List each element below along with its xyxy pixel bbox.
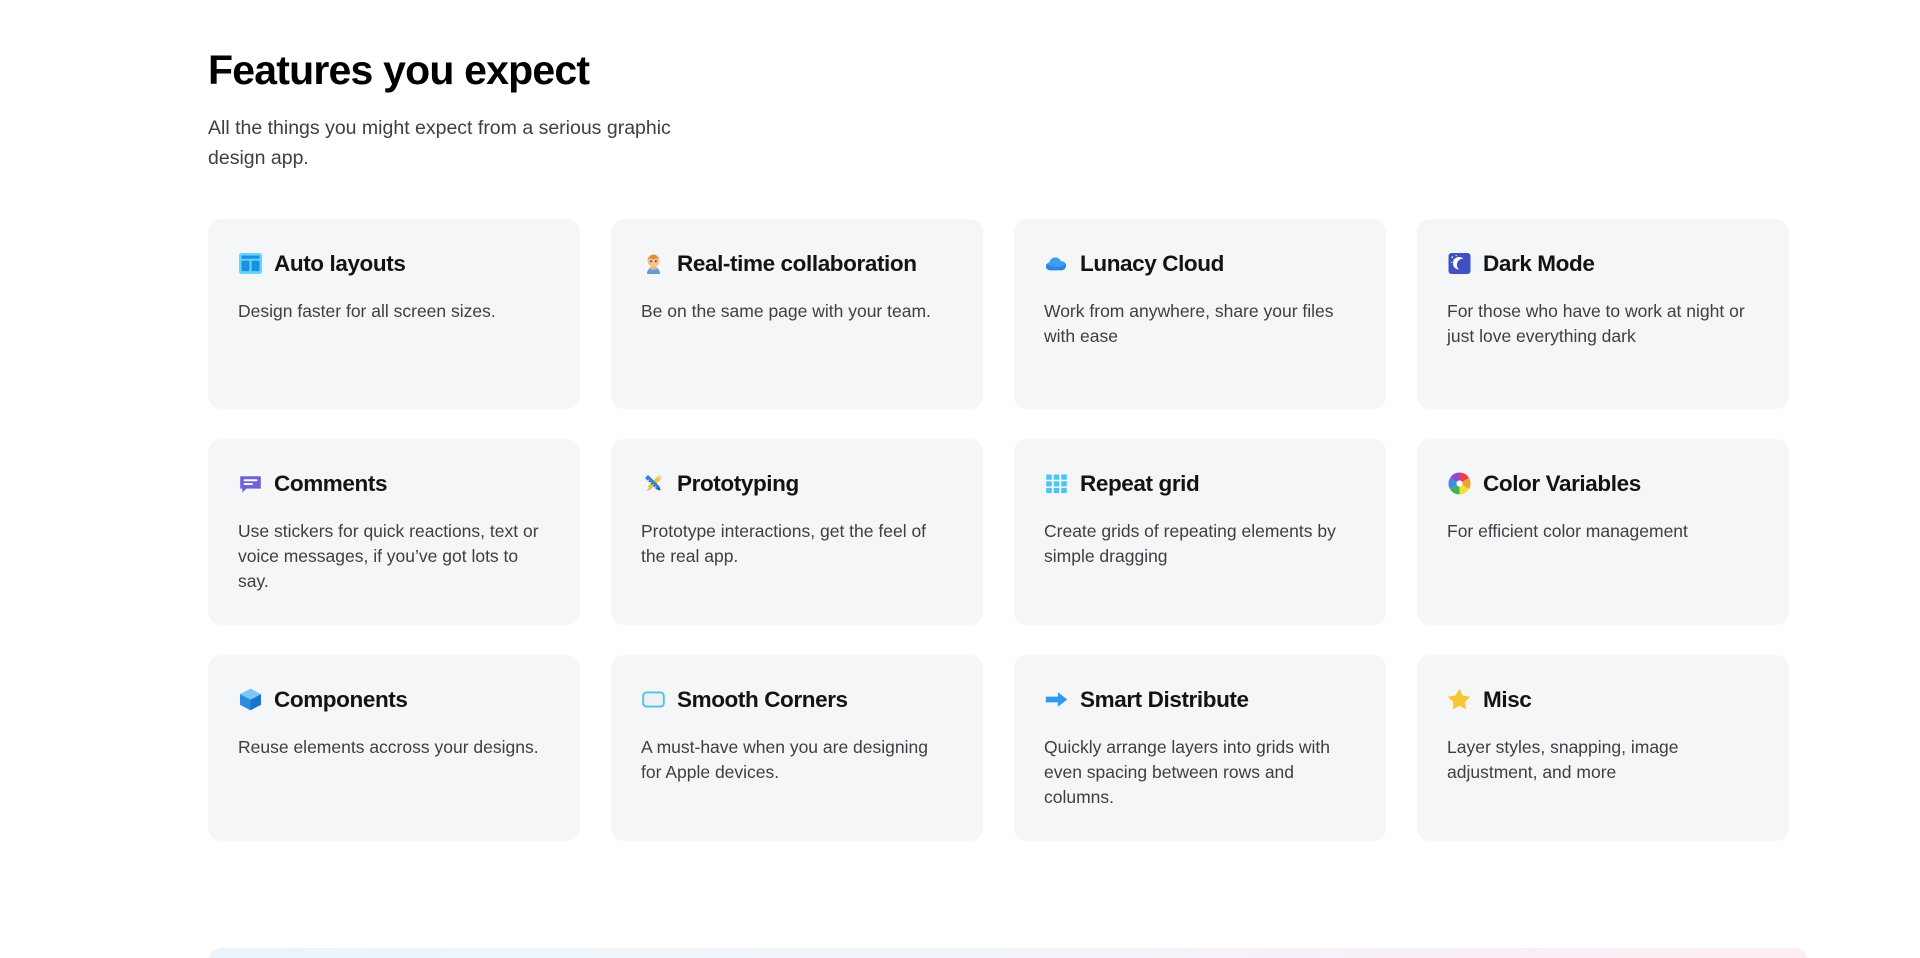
page-title: Features you expect	[208, 47, 590, 93]
feature-card-description: Create grids of repeating elements by si…	[1044, 520, 1336, 566]
cube-icon	[238, 687, 263, 712]
feature-card-title: Misc	[1483, 686, 1532, 712]
feature-card-header: Smooth Corners	[641, 685, 953, 715]
bottom-gradient-banner	[208, 948, 1808, 958]
feature-card-header: Dark Mode	[1447, 249, 1759, 279]
feature-card-title: Dark Mode	[1483, 250, 1595, 276]
feature-card-header: Auto layouts	[238, 249, 550, 279]
feature-card-title: Lunacy Cloud	[1080, 250, 1224, 276]
night-moon-icon	[1447, 251, 1472, 276]
feature-card[interactable]: Components Reuse elements accross your d…	[208, 654, 580, 841]
page-subtitle: All the things you might expect from a s…	[208, 116, 671, 169]
feature-card-title: Prototyping	[677, 470, 799, 496]
feature-card[interactable]: Lunacy Cloud Work from anywhere, share y…	[1014, 218, 1386, 409]
feature-card[interactable]: Dark Mode For those who have to work at …	[1417, 218, 1789, 409]
feature-card-header: Repeat grid	[1044, 469, 1356, 499]
section-header: Features you expect All the things you m…	[208, 0, 1808, 173]
feature-card-description: Be on the same page with your team.	[641, 300, 931, 321]
feature-card-header: Misc	[1447, 685, 1759, 715]
feature-card-header: Prototyping	[641, 469, 953, 499]
feature-card-header: Color Variables	[1447, 469, 1759, 499]
feature-card-description: Work from anywhere, share your files wit…	[1044, 300, 1334, 346]
feature-card-description: Quickly arrange layers into grids with e…	[1044, 736, 1330, 807]
feature-card-title: Color Variables	[1483, 470, 1641, 496]
grid-icon	[1044, 471, 1069, 496]
feature-card[interactable]: Repeat grid Create grids of repeating el…	[1014, 438, 1386, 625]
feature-card-grid: Auto layouts Design faster for all scree…	[208, 218, 1808, 841]
feature-card[interactable]: Real-time collaboration Be on the same p…	[611, 218, 983, 409]
feature-card-description: For those who have to work at night or j…	[1447, 300, 1745, 346]
feature-card-header: Real-time collaboration	[641, 249, 953, 279]
feature-card-description: Design faster for all screen sizes.	[238, 300, 496, 321]
rounded-square-icon	[641, 687, 666, 712]
feature-card[interactable]: Misc Layer styles, snapping, image adjus…	[1417, 654, 1789, 841]
features-content: Features you expect All the things you m…	[208, 0, 1808, 841]
feature-card-description: A must-have when you are designing for A…	[641, 736, 928, 782]
speech-bubble-icon	[238, 471, 263, 496]
feature-card-header: Components	[238, 685, 550, 715]
star-icon	[1447, 687, 1472, 712]
feature-card-title: Smart Distribute	[1080, 686, 1249, 712]
feature-card-description: Prototype interactions, get the feel of …	[641, 520, 927, 566]
feature-card-title: Smooth Corners	[677, 686, 848, 712]
feature-card-description: Use stickers for quick reactions, text o…	[238, 520, 539, 591]
feature-card-header: Lunacy Cloud	[1044, 249, 1356, 279]
features-page: Features you expect All the things you m…	[0, 0, 1920, 958]
feature-card[interactable]: Auto layouts Design faster for all scree…	[208, 218, 580, 409]
person-icon	[641, 251, 666, 276]
feature-card[interactable]: Color Variables For efficient color mana…	[1417, 438, 1789, 625]
feature-card-description: Reuse elements accross your designs.	[238, 736, 539, 757]
feature-card-title: Auto layouts	[274, 250, 406, 276]
feature-card-title: Comments	[274, 470, 388, 496]
feature-card-title: Repeat grid	[1080, 470, 1200, 496]
feature-card[interactable]: Smart Distribute Quickly arrange layers …	[1014, 654, 1386, 841]
feature-card[interactable]: Prototyping Prototype interactions, get …	[611, 438, 983, 625]
feature-card[interactable]: Comments Use stickers for quick reaction…	[208, 438, 580, 625]
feature-card-description: For efficient color management	[1447, 520, 1688, 541]
arrow-right-icon	[1044, 687, 1069, 712]
feature-card-header: Smart Distribute	[1044, 685, 1356, 715]
feature-card[interactable]: Smooth Corners A must-have when you are …	[611, 654, 983, 841]
window-layout-icon	[238, 251, 263, 276]
feature-card-title: Components	[274, 686, 408, 712]
color-wheel-icon	[1447, 471, 1472, 496]
feature-card-header: Comments	[238, 469, 550, 499]
cloud-icon	[1044, 251, 1069, 276]
ruler-pencil-icon	[641, 471, 666, 496]
feature-card-title: Real-time collaboration	[677, 250, 917, 276]
feature-card-description: Layer styles, snapping, image adjustment…	[1447, 736, 1679, 782]
